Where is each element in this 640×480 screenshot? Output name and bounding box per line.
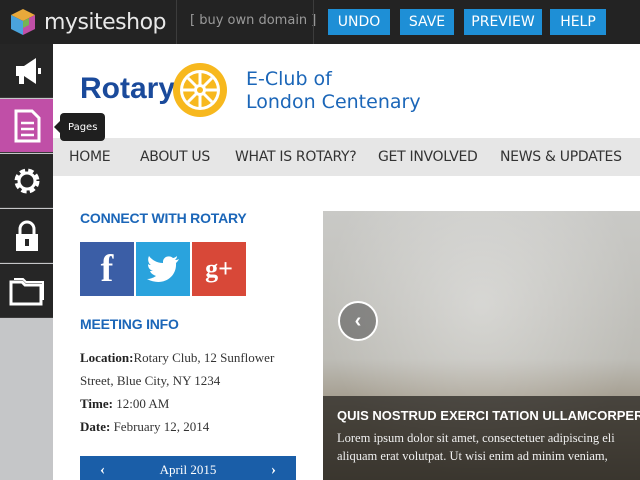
- tooltip-label: Pages: [68, 121, 98, 133]
- pages-tooltip: Pages: [53, 113, 106, 141]
- save-button[interactable]: SAVE: [400, 9, 454, 35]
- cube-logo-icon: [11, 9, 35, 35]
- google-plus-icon: g+: [205, 254, 233, 283]
- sidebar-item-settings[interactable]: [0, 154, 53, 208]
- calendar-month: April 2015: [159, 462, 217, 477]
- nav-what-is-rotary[interactable]: WHAT IS ROTARY?: [235, 149, 357, 165]
- megaphone-icon: [15, 57, 41, 84]
- meeting-info: Location:Rotary Club, 12 Sunflower Stree…: [80, 346, 320, 438]
- nav-get-involved[interactable]: GET INVOLVED: [378, 149, 478, 165]
- club-name-line1: E-Club of: [246, 68, 332, 90]
- editor-sidebar: [0, 44, 53, 480]
- rotary-wordmark: Rotary: [80, 72, 176, 105]
- facebook-icon: f: [100, 248, 114, 290]
- slide-caption: QUIS NOSTRUD EXERCI TATION ULLAMCORPER L…: [323, 396, 640, 480]
- location-value-2: Street, Blue City, NY 1234: [80, 373, 221, 388]
- twitter-bird-icon: [147, 256, 179, 282]
- help-button[interactable]: HELP: [550, 9, 606, 35]
- chevron-left-icon: ‹: [354, 309, 362, 332]
- date-value: February 12, 2014: [113, 419, 210, 434]
- slider-prev-button[interactable]: ‹: [338, 301, 378, 341]
- club-name: E-Club of London Centenary: [246, 68, 421, 114]
- time-label: Time:: [80, 396, 113, 411]
- site-nav: HOME ABOUT US WHAT IS ROTARY? GET INVOLV…: [53, 138, 640, 176]
- divider: [313, 0, 314, 44]
- sidebar-item-files[interactable]: [0, 264, 53, 318]
- twitter-button[interactable]: [136, 242, 190, 296]
- slide-caption-line1: Lorem ipsum dolor sit amet, consectetuer…: [337, 431, 615, 445]
- calendar-prev-icon[interactable]: ‹: [100, 462, 105, 479]
- slide-caption-text: Lorem ipsum dolor sit amet, consectetuer…: [337, 429, 626, 465]
- sidebar-item-marketing[interactable]: [0, 44, 53, 98]
- rotary-wheel-icon: [173, 63, 227, 117]
- slide-caption-line2: aliquam erat volutpat. Ut wisi enim ad m…: [337, 449, 608, 463]
- brand-name: mysiteshop: [44, 9, 167, 35]
- date-label: Date:: [80, 419, 111, 434]
- time-value: 12:00 AM: [116, 396, 170, 411]
- location-label: Location:: [80, 350, 134, 365]
- calendar-header: ‹ April 2015 ›: [80, 456, 296, 480]
- sidebar-item-pages[interactable]: [0, 99, 53, 153]
- gear-icon: [14, 168, 39, 193]
- undo-button[interactable]: UNDO: [328, 9, 390, 35]
- site-header[interactable]: Rotary E-Club of London Centenary: [53, 44, 640, 138]
- divider: [176, 0, 177, 44]
- preview-button[interactable]: PREVIEW: [464, 9, 542, 35]
- location-value-1: Rotary Club, 12 Sunflower: [133, 350, 275, 365]
- pages-icon: [14, 109, 40, 142]
- club-name-line2: London Centenary: [246, 91, 421, 113]
- facebook-button[interactable]: f: [80, 242, 134, 296]
- nav-about-us[interactable]: ABOUT US: [140, 149, 210, 165]
- nav-home[interactable]: HOME: [69, 149, 111, 165]
- sidebar-item-security[interactable]: [0, 209, 53, 263]
- hero-slider[interactable]: ‹ QUIS NOSTRUD EXERCI TATION ULLAMCORPER…: [323, 211, 640, 480]
- slide-caption-title: QUIS NOSTRUD EXERCI TATION ULLAMCORPER: [337, 408, 640, 423]
- editor-topbar: mysiteshop [ buy own domain ] UNDO SAVE …: [0, 0, 640, 44]
- brand-logo[interactable]: mysiteshop: [8, 6, 167, 38]
- nav-news-updates[interactable]: NEWS & UPDATES: [500, 149, 622, 165]
- connect-title: CONNECT WITH ROTARY: [80, 210, 247, 226]
- google-plus-button[interactable]: g+: [192, 242, 246, 296]
- meeting-title: MEETING INFO: [80, 316, 179, 332]
- calendar-next-icon[interactable]: ›: [271, 462, 276, 479]
- buy-domain-link[interactable]: [ buy own domain ]: [190, 13, 316, 28]
- folder-icon: [9, 277, 44, 305]
- lock-icon: [15, 220, 38, 251]
